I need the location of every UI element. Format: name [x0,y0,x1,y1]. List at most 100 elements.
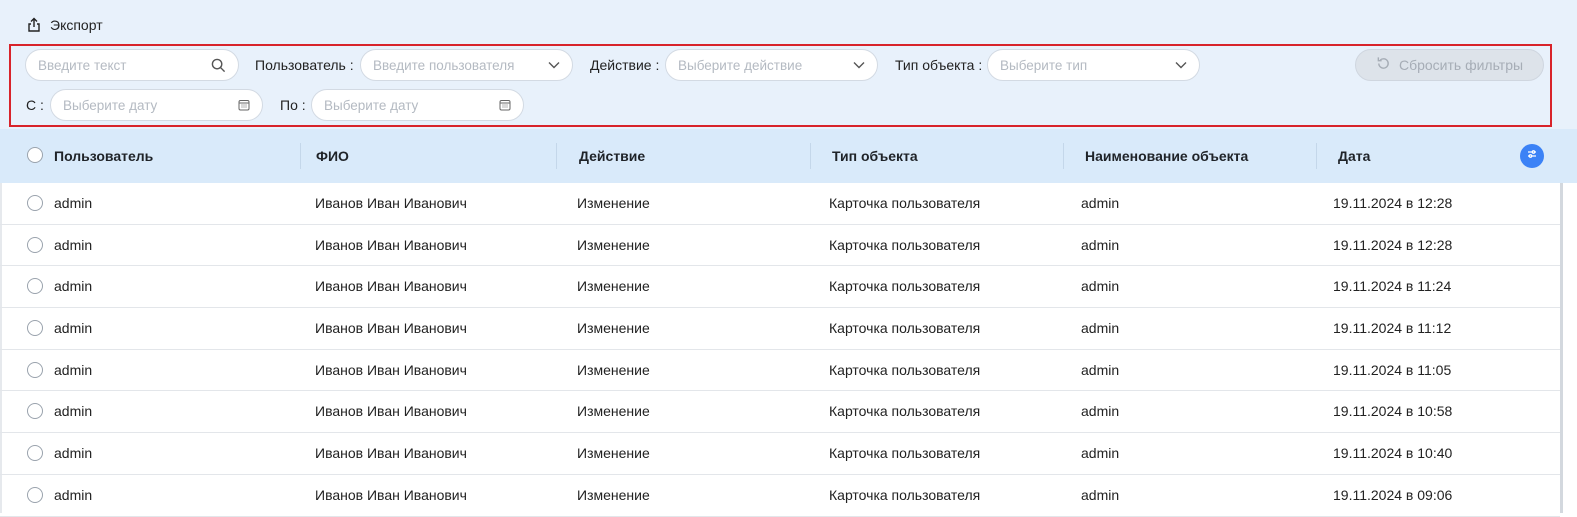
cell-date: 19.11.2024 в 11:05 [1333,361,1452,378]
table-row[interactable]: admin Иванов Иван Иванович Изменение Кар… [0,183,1560,225]
column-divider[interactable] [810,143,811,169]
date-to-input[interactable]: Выберите дату [311,89,524,121]
user-placeholder: Введите пользователя [373,57,515,73]
row-checkbox[interactable] [27,445,43,462]
cell-fio: Иванов Иван Иванович [315,236,467,253]
cell-object-name: admin [1081,445,1120,462]
action-select[interactable]: Выберите действие [665,49,878,81]
column-header-fio[interactable]: ФИО [316,129,349,183]
row-checkbox[interactable] [27,278,43,295]
cell-object-type: Карточка пользователя [829,236,981,253]
table-body: admin Иванов Иван Иванович Изменение Кар… [0,183,1560,517]
reset-filters-label: Сбросить фильтры [1398,57,1524,73]
cell-fio: Иванов Иван Иванович [315,278,467,295]
cell-object-type: Карточка пользователя [829,195,981,211]
cell-user: admin [54,320,93,337]
object-type-placeholder: Выберите тип [1000,57,1088,73]
table-row[interactable]: admin Иванов Иван Иванович Изменение Кар… [0,225,1560,267]
export-button[interactable]: Экспорт [26,15,103,35]
object-type-filter-label: Тип объекта : [895,57,983,73]
cell-action: Изменение [577,445,650,462]
export-label: Экспорт [50,17,103,33]
cell-object-name: admin [1081,486,1120,503]
row-checkbox[interactable] [27,486,43,503]
table-row[interactable]: admin Иванов Иван Иванович Изменение Кар… [0,266,1560,309]
cell-action: Изменение [577,320,650,337]
cell-object-name: admin [1081,278,1120,295]
table-row[interactable]: admin Иванов Иван Иванович Изменение Кар… [0,433,1560,475]
cell-user: admin [54,403,93,420]
user-select[interactable]: Введите пользователя [360,49,573,81]
date-to-placeholder: Выберите дату [324,97,419,113]
column-divider[interactable] [1316,143,1317,169]
cell-user: admin [54,361,93,378]
cell-date: 19.11.2024 в 10:40 [1333,445,1453,462]
cell-user: admin [54,278,93,295]
action-placeholder: Выберите действие [678,57,803,73]
action-filter-label: Действие : [590,57,660,73]
date-from-label: С : [26,97,44,113]
column-settings-button[interactable] [1520,144,1544,168]
date-to-label: По : [280,97,306,113]
table-header: Пользователь ФИО Действие Тип объекта На… [0,129,1577,183]
cell-object-name: admin [1081,361,1120,378]
column-header-action[interactable]: Действие [579,129,645,183]
calendar-icon [238,99,250,111]
cell-action: Изменение [577,278,650,295]
table-row[interactable]: admin Иванов Иван Иванович Изменение Кар… [0,475,1560,517]
reset-filters-button[interactable]: Сбросить фильтры [1355,49,1544,81]
cell-object-name: admin [1081,195,1120,211]
cell-date: 19.11.2024 в 11:24 [1333,278,1452,295]
cell-object-name: admin [1081,403,1120,420]
row-checkbox[interactable] [27,361,43,378]
cell-object-name: admin [1081,236,1120,253]
cell-user: admin [54,445,93,462]
vertical-scrollbar[interactable] [1560,183,1563,513]
cell-fio: Иванов Иван Иванович [315,361,467,378]
object-type-select[interactable]: Выберите тип [987,49,1200,81]
search-placeholder: Введите текст [38,57,127,73]
cell-object-type: Карточка пользователя [829,361,981,378]
table-row[interactable]: admin Иванов Иван Иванович Изменение Кар… [0,391,1560,434]
table-row[interactable]: admin Иванов Иван Иванович Изменение Кар… [0,350,1560,392]
cell-date: 19.11.2024 в 12:28 [1333,195,1453,211]
column-divider[interactable] [1063,143,1064,169]
table-row[interactable]: admin Иванов Иван Иванович Изменение Кар… [0,308,1560,350]
row-checkbox[interactable] [27,320,43,337]
row-checkbox[interactable] [27,403,43,420]
cell-fio: Иванов Иван Иванович [315,320,467,337]
cell-action: Изменение [577,236,650,253]
reset-icon [1376,56,1391,74]
cell-object-type: Карточка пользователя [829,403,981,420]
cell-action: Изменение [577,403,650,420]
search-input[interactable]: Введите текст [25,49,239,81]
chevron-down-icon [1175,61,1187,69]
cell-action: Изменение [577,486,650,503]
cell-fio: Иванов Иван Иванович [315,486,467,503]
cell-action: Изменение [577,195,650,211]
cell-object-type: Карточка пользователя [829,320,981,337]
date-from-input[interactable]: Выберите дату [50,89,263,121]
cell-date: 19.11.2024 в 12:28 [1333,236,1453,253]
cell-user: admin [54,486,93,503]
cell-object-type: Карточка пользователя [829,445,981,462]
chevron-down-icon [548,61,560,69]
select-all-checkbox[interactable] [27,147,43,163]
row-checkbox[interactable] [27,195,43,211]
search-icon [211,58,226,73]
column-header-object-name[interactable]: Наименование объекта [1085,129,1248,183]
cell-action: Изменение [577,361,650,378]
column-header-date[interactable]: Дата [1338,129,1370,183]
column-header-user[interactable]: Пользователь [54,129,153,183]
cell-object-type: Карточка пользователя [829,486,981,503]
cell-object-name: admin [1081,320,1120,337]
column-header-object-type[interactable]: Тип объекта [832,129,918,183]
column-divider[interactable] [300,143,301,169]
date-from-placeholder: Выберите дату [63,97,158,113]
cell-date: 19.11.2024 в 10:58 [1333,403,1453,420]
column-divider[interactable] [556,143,557,169]
cell-date: 19.11.2024 в 11:12 [1333,320,1452,337]
cell-object-type: Карточка пользователя [829,278,981,295]
cell-fio: Иванов Иван Иванович [315,195,467,211]
row-checkbox[interactable] [27,236,43,253]
